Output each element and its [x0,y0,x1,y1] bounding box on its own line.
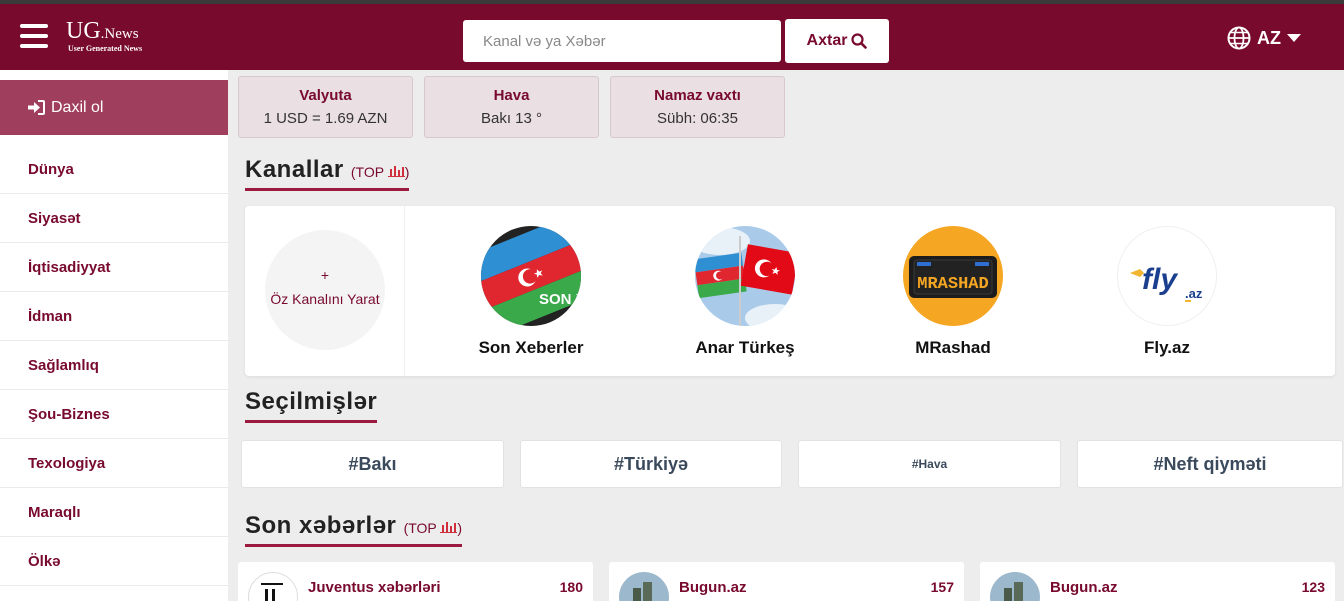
selected-section-title: Seçilmişlər [245,388,378,423]
login-label: Daxil ol [51,98,104,116]
channel-name: MRashad [915,338,991,357]
news-source-name: Juventus xəbərləri [308,579,441,596]
sidebar: Daxil ol Dünya Siyasət İqtisadiyyat İdma… [0,70,228,601]
news-top-suffix: ) [457,520,463,536]
logo-main-text: UG [66,18,101,44]
weather-widget[interactable]: Hava Bakı 13 ° [424,76,599,138]
juventus-logo [248,572,298,601]
site-logo[interactable]: UG.News User Generated News [66,18,143,53]
fly-az-logo: fly .az [1118,227,1216,325]
news-title-text: Son xəbərlər [245,512,397,539]
tag-neft-qiymeti[interactable]: #Neft qiyməti [1077,440,1343,488]
az-tr-flags-image [695,226,795,326]
nav-item-texologiya[interactable]: Texologiya [0,439,228,488]
bugun-az-logo [990,572,1040,601]
nav-item-saglamliq[interactable]: Sağlamlıq [0,341,228,390]
search-input[interactable] [463,20,781,62]
channel-card-mrashad[interactable]: MRASHAD MRashad [853,226,1053,358]
bar-chart-icon [440,522,458,534]
channels-section-title: Kanallar (TOP ) [245,156,410,191]
mrashad-plate-text: MRASHAD [917,275,988,294]
news-source-card[interactable]: Bugun.az 157 [609,562,964,601]
channel-avatar: SON XƏBƏR [481,226,581,326]
main-content: Valyuta 1 USD = 1.69 AZN Hava Bakı 13 ° … [228,70,1344,601]
channel-avatar: MRASHAD [903,226,1003,326]
nav-item-dunya[interactable]: Dünya [0,145,228,194]
license-plate-logo: MRASHAD [903,226,1003,326]
news-count: 123 [1301,579,1325,595]
globe-icon [1227,26,1251,50]
tag-hava[interactable]: #Hava [798,440,1061,488]
channel-name: Anar Türkeş [695,338,795,357]
news-top-link[interactable]: (TOP ) [404,520,463,536]
bugun-az-logo [619,572,669,601]
channel-card-anar-turkes[interactable]: Anar Türkeş [645,226,845,358]
tag-turkiye[interactable]: #Türkiyə [520,440,782,488]
logo-subtitle: User Generated News [68,44,143,53]
selected-title-text: Seçilmişlər [245,388,378,415]
prayer-time-value: Sübh: 06:35 [657,110,738,127]
menu-icon[interactable] [20,24,48,48]
prayer-time-widget[interactable]: Namaz vaxtı Sübh: 06:35 [610,76,785,138]
search-icon [851,33,868,49]
channel-avatar [695,226,795,326]
site-header: UG.News User Generated News Axtar AZ [0,4,1344,70]
currency-value: 1 USD = 1.69 AZN [263,110,388,127]
create-channel-button[interactable]: + Öz Kanalını Yarat [265,230,385,350]
channels-title-text: Kanallar [245,156,344,183]
nav-item-siyaset[interactable]: Siyasət [0,194,228,243]
create-channel-column: + Öz Kanalını Yarat [245,206,405,376]
nav-item-idman[interactable]: İdman [0,292,228,341]
news-source-name: Bugun.az [1050,579,1118,596]
news-count: 157 [930,579,954,595]
logo-suffix-text: .News [100,26,139,42]
login-button[interactable]: Daxil ol [0,80,228,135]
currency-widget[interactable]: Valyuta 1 USD = 1.69 AZN [238,76,413,138]
news-section-title: Son xəbərlər (TOP ) [245,512,463,547]
channel-card-fly-az[interactable]: fly .az Fly.az [1067,226,1267,358]
news-source-card[interactable]: Bugun.az 123 [980,562,1335,601]
search-button-label: Axtar [806,32,848,49]
currency-title: Valyuta [299,87,352,104]
weather-value: Bakı 13 ° [480,110,543,127]
prayer-time-title: Namaz vaxtı [654,87,741,104]
fly-logo-suffix: .az [1185,286,1203,301]
channels-carousel: + Öz Kanalını Yarat SON XƏBƏR [245,206,1335,376]
sign-in-icon [28,100,45,115]
nav-item-maraqli[interactable]: Maraqlı [0,488,228,537]
channels-top-link[interactable]: (TOP ) [351,164,410,180]
channel-card-son-xeberler[interactable]: SON XƏBƏR Son Xeberler [431,226,631,358]
bar-chart-icon [387,166,405,178]
channels-top-suffix: ) [404,164,410,180]
news-count: 180 [559,579,583,595]
channel-avatar: fly .az [1117,226,1217,326]
weather-title: Hava [493,87,530,104]
news-source-name: Bugun.az [679,579,747,596]
caret-down-icon [1287,33,1301,42]
news-source-card[interactable]: Juventus xəbərləri 180 [238,562,593,601]
fly-logo-text: fly [1142,263,1178,296]
language-label: AZ [1257,27,1281,48]
nav-item-sou-biznes[interactable]: Şou-Biznes [0,390,228,439]
language-selector[interactable]: AZ [1227,26,1301,50]
create-channel-label: Öz Kanalını Yarat [270,291,380,307]
plus-icon: + [320,267,330,283]
category-nav: Dünya Siyasət İqtisadiyyat İdman Sağlaml… [0,145,228,586]
nav-item-olke[interactable]: Ölkə [0,537,228,586]
tag-baki[interactable]: #Bakı [241,440,504,488]
channel-name: Fly.az [1144,338,1190,357]
channel-name: Son Xeberler [478,338,584,357]
news-top-prefix: (TOP [403,520,437,536]
channels-top-prefix: (TOP [350,164,384,180]
azerbaijan-flag-logo: SON XƏBƏR [481,226,581,326]
son-logo-text: SON XƏBƏR [539,291,581,308]
search-button[interactable]: Axtar [785,19,889,63]
nav-item-iqtisadiyyat[interactable]: İqtisadiyyat [0,243,228,292]
